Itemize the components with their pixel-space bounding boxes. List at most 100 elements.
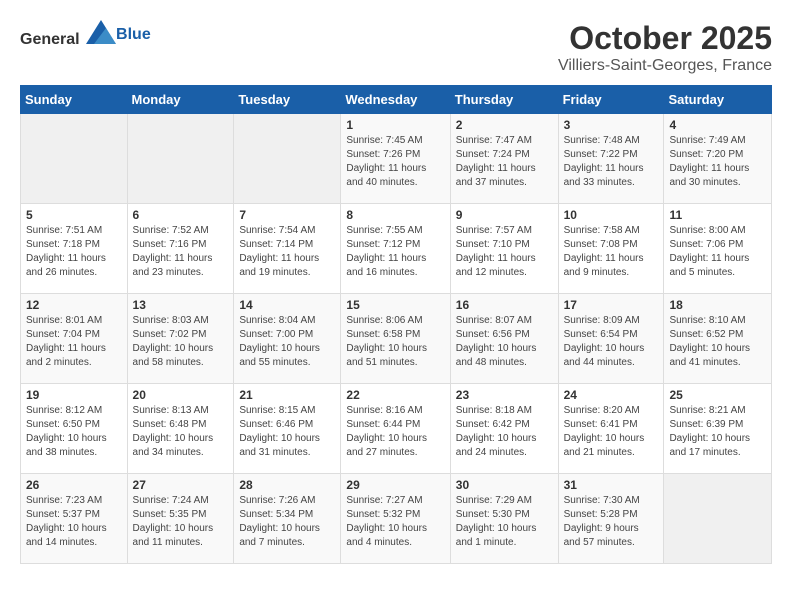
cell-content: Sunrise: 8:07 AM Sunset: 6:56 PM Dayligh… bbox=[456, 314, 553, 370]
day-number: 7 bbox=[239, 208, 335, 222]
day-number: 17 bbox=[564, 298, 659, 312]
day-number: 5 bbox=[26, 208, 122, 222]
logo: General Blue bbox=[20, 20, 151, 49]
week-row-4: 19Sunrise: 8:12 AM Sunset: 6:50 PM Dayli… bbox=[21, 384, 772, 474]
day-number: 16 bbox=[456, 298, 553, 312]
cell-content: Sunrise: 7:54 AM Sunset: 7:14 PM Dayligh… bbox=[239, 224, 335, 280]
calendar-cell-w1-d2 bbox=[234, 114, 341, 204]
cell-content: Sunrise: 7:24 AM Sunset: 5:35 PM Dayligh… bbox=[133, 494, 229, 550]
cell-content: Sunrise: 8:15 AM Sunset: 6:46 PM Dayligh… bbox=[239, 404, 335, 460]
calendar-cell-w5-d4: 30Sunrise: 7:29 AM Sunset: 5:30 PM Dayli… bbox=[450, 474, 558, 564]
cell-content: Sunrise: 7:51 AM Sunset: 7:18 PM Dayligh… bbox=[26, 224, 122, 280]
location-title: Villiers-Saint-Georges, France bbox=[558, 57, 772, 75]
calendar-table: Sunday Monday Tuesday Wednesday Thursday… bbox=[20, 85, 772, 564]
day-number: 22 bbox=[346, 388, 444, 402]
calendar-cell-w5-d6 bbox=[664, 474, 772, 564]
calendar-cell-w4-d3: 22Sunrise: 8:16 AM Sunset: 6:44 PM Dayli… bbox=[341, 384, 450, 474]
day-number: 1 bbox=[346, 118, 444, 132]
cell-content: Sunrise: 7:52 AM Sunset: 7:16 PM Dayligh… bbox=[133, 224, 229, 280]
calendar-cell-w2-d3: 8 Sunrise: 7:55 AM Sunset: 7:12 PM Daylig… bbox=[341, 204, 450, 294]
cell-content: Sunrise: 8:20 AM Sunset: 6:41 PM Dayligh… bbox=[564, 404, 659, 460]
cell-content: Sunrise: 8:00 AM Sunset: 7:06 PM Dayligh… bbox=[669, 224, 766, 280]
title-section: October 2025 Villiers-Saint-Georges, Fra… bbox=[558, 20, 772, 75]
calendar-cell-w5-d0: 26 Sunrise: 7:23 AM Sunset: 5:37 PM Dayli… bbox=[21, 474, 128, 564]
day-number: 19 bbox=[26, 388, 122, 402]
calendar-cell-w3-d3: 15 Sunrise: 8:06 AM Sunset: 6:58 PM Dayli… bbox=[341, 294, 450, 384]
calendar-cell-w5-d2: 28 Sunrise: 7:26 AM Sunset: 5:34 PM Dayli… bbox=[234, 474, 341, 564]
header-sunday: Sunday bbox=[21, 86, 128, 114]
calendar-cell-w2-d1: 6 Sunrise: 7:52 AM Sunset: 7:16 PM Daylig… bbox=[127, 204, 234, 294]
calendar-cell-w4-d6: 25 Sunrise: 8:21 AM Sunset: 6:39 PM Dayli… bbox=[664, 384, 772, 474]
calendar-cell-w5-d3: 29 Sunrise: 7:27 AM Sunset: 5:32 PM Dayli… bbox=[341, 474, 450, 564]
calendar-cell-w3-d5: 17 Sunrise: 8:09 AM Sunset: 6:54 PM Dayli… bbox=[558, 294, 664, 384]
calendar-cell-w4-d4: 23Sunrise: 8:18 AM Sunset: 6:42 PM Dayli… bbox=[450, 384, 558, 474]
day-number: 25 bbox=[669, 388, 766, 402]
day-number: 28 bbox=[239, 478, 335, 492]
cell-content: Sunrise: 7:30 AM Sunset: 5:28 PM Dayligh… bbox=[564, 494, 659, 550]
day-number: 6 bbox=[133, 208, 229, 222]
day-number: 3 bbox=[564, 118, 659, 132]
calendar-cell-w2-d0: 5 Sunrise: 7:51 AM Sunset: 7:18 PM Daylig… bbox=[21, 204, 128, 294]
day-number: 4 bbox=[669, 118, 766, 132]
header-friday: Friday bbox=[558, 86, 664, 114]
calendar-cell-w3-d1: 13 Sunrise: 8:03 AM Sunset: 7:02 PM Dayli… bbox=[127, 294, 234, 384]
cell-content: Sunrise: 7:27 AM Sunset: 5:32 PM Dayligh… bbox=[346, 494, 444, 550]
weekday-header-row: Sunday Monday Tuesday Wednesday Thursday… bbox=[21, 86, 772, 114]
cell-content: Sunrise: 7:57 AM Sunset: 7:10 PM Dayligh… bbox=[456, 224, 553, 280]
day-number: 12 bbox=[26, 298, 122, 312]
cell-content: Sunrise: 8:09 AM Sunset: 6:54 PM Dayligh… bbox=[564, 314, 659, 370]
cell-content: Sunrise: 8:04 AM Sunset: 7:00 PM Dayligh… bbox=[239, 314, 335, 370]
day-number: 15 bbox=[346, 298, 444, 312]
calendar-cell-w3-d6: 18Sunrise: 8:10 AM Sunset: 6:52 PM Dayli… bbox=[664, 294, 772, 384]
day-number: 29 bbox=[346, 478, 444, 492]
calendar-cell-w1-d1 bbox=[127, 114, 234, 204]
calendar-cell-w5-d1: 27Sunrise: 7:24 AM Sunset: 5:35 PM Dayli… bbox=[127, 474, 234, 564]
calendar-cell-w4-d1: 20 Sunrise: 8:13 AM Sunset: 6:48 PM Dayli… bbox=[127, 384, 234, 474]
day-number: 31 bbox=[564, 478, 659, 492]
day-number: 30 bbox=[456, 478, 553, 492]
calendar-cell-w4-d5: 24 Sunrise: 8:20 AM Sunset: 6:41 PM Dayli… bbox=[558, 384, 664, 474]
cell-content: Sunrise: 8:06 AM Sunset: 6:58 PM Dayligh… bbox=[346, 314, 444, 370]
day-number: 13 bbox=[133, 298, 229, 312]
header-wednesday: Wednesday bbox=[341, 86, 450, 114]
calendar-cell-w2-d5: 10 Sunrise: 7:58 AM Sunset: 7:08 PM Dayli… bbox=[558, 204, 664, 294]
cell-content: Sunrise: 8:13 AM Sunset: 6:48 PM Dayligh… bbox=[133, 404, 229, 460]
logo-blue-text: Blue bbox=[116, 26, 151, 43]
cell-content: Sunrise: 7:55 AM Sunset: 7:12 PM Dayligh… bbox=[346, 224, 444, 280]
week-row-5: 26 Sunrise: 7:23 AM Sunset: 5:37 PM Dayli… bbox=[21, 474, 772, 564]
cell-content: Sunrise: 8:03 AM Sunset: 7:02 PM Dayligh… bbox=[133, 314, 229, 370]
cell-content: Sunrise: 7:48 AM Sunset: 7:22 PM Dayligh… bbox=[564, 134, 659, 190]
day-number: 18 bbox=[669, 298, 766, 312]
cell-content: Sunrise: 8:01 AM Sunset: 7:04 PM Dayligh… bbox=[26, 314, 122, 370]
day-number: 24 bbox=[564, 388, 659, 402]
cell-content: Sunrise: 7:45 AM Sunset: 7:26 PM Dayligh… bbox=[346, 134, 444, 190]
calendar-cell-w1-d5: 3 Sunrise: 7:48 AM Sunset: 7:22 PM Daylig… bbox=[558, 114, 664, 204]
week-row-2: 5 Sunrise: 7:51 AM Sunset: 7:18 PM Daylig… bbox=[21, 204, 772, 294]
cell-content: Sunrise: 7:58 AM Sunset: 7:08 PM Dayligh… bbox=[564, 224, 659, 280]
day-number: 8 bbox=[346, 208, 444, 222]
day-number: 10 bbox=[564, 208, 659, 222]
calendar-cell-w3-d4: 16 Sunrise: 8:07 AM Sunset: 6:56 PM Dayli… bbox=[450, 294, 558, 384]
cell-content: Sunrise: 7:26 AM Sunset: 5:34 PM Dayligh… bbox=[239, 494, 335, 550]
logo-icon bbox=[86, 20, 116, 44]
cell-content: Sunrise: 8:21 AM Sunset: 6:39 PM Dayligh… bbox=[669, 404, 766, 460]
day-number: 9 bbox=[456, 208, 553, 222]
calendar-cell-w1-d3: 1 Sunrise: 7:45 AM Sunset: 7:26 PM Daylig… bbox=[341, 114, 450, 204]
day-number: 20 bbox=[133, 388, 229, 402]
day-number: 21 bbox=[239, 388, 335, 402]
cell-content: Sunrise: 7:49 AM Sunset: 7:20 PM Dayligh… bbox=[669, 134, 766, 190]
calendar-cell-w2-d4: 9 Sunrise: 7:57 AM Sunset: 7:10 PM Daylig… bbox=[450, 204, 558, 294]
header-tuesday: Tuesday bbox=[234, 86, 341, 114]
week-row-1: 1 Sunrise: 7:45 AM Sunset: 7:26 PM Daylig… bbox=[21, 114, 772, 204]
calendar-cell-w2-d6: 11 Sunrise: 8:00 AM Sunset: 7:06 PM Dayli… bbox=[664, 204, 772, 294]
page-header: General Blue October 2025 Villiers-Saint… bbox=[20, 20, 772, 75]
calendar-cell-w1-d0 bbox=[21, 114, 128, 204]
month-title: October 2025 bbox=[558, 20, 772, 57]
cell-content: Sunrise: 7:47 AM Sunset: 7:24 PM Dayligh… bbox=[456, 134, 553, 190]
day-number: 11 bbox=[669, 208, 766, 222]
calendar-cell-w3-d2: 14 Sunrise: 8:04 AM Sunset: 7:00 PM Dayli… bbox=[234, 294, 341, 384]
day-number: 26 bbox=[26, 478, 122, 492]
day-number: 14 bbox=[239, 298, 335, 312]
cell-content: Sunrise: 7:23 AM Sunset: 5:37 PM Dayligh… bbox=[26, 494, 122, 550]
calendar-cell-w4-d2: 21 Sunrise: 8:15 AM Sunset: 6:46 PM Dayli… bbox=[234, 384, 341, 474]
